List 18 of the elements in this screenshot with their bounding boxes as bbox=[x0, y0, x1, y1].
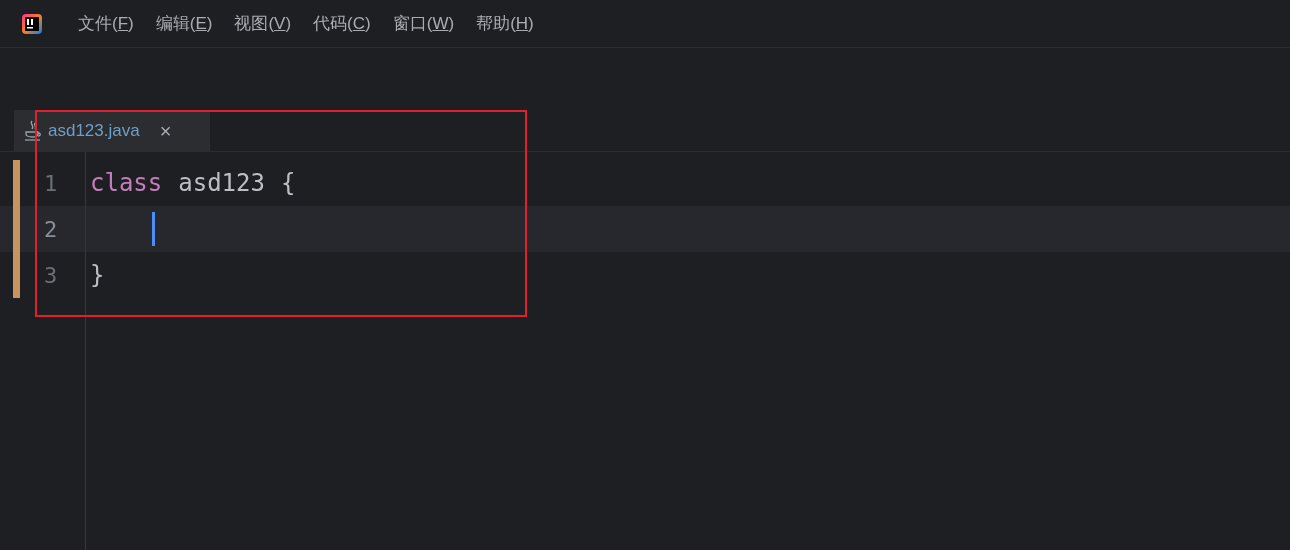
menu-item[interactable]: 帮助(H) bbox=[476, 10, 534, 37]
code-token: } bbox=[90, 260, 105, 291]
tab-title: asd123.java bbox=[48, 119, 140, 142]
code-token: { bbox=[280, 168, 296, 199]
code-token: class bbox=[90, 168, 163, 199]
menu-item[interactable]: 文件(F) bbox=[78, 10, 134, 37]
line-number: 1 bbox=[44, 169, 58, 198]
coffee-cup-icon bbox=[24, 119, 42, 142]
code-token: asd123 bbox=[178, 168, 265, 199]
menu-item[interactable]: 窗口(W) bbox=[392, 10, 455, 37]
line-number: 3 bbox=[44, 261, 58, 290]
line-number: 2 bbox=[44, 215, 58, 244]
editor-tab[interactable]: asd123.java × bbox=[14, 110, 210, 151]
menu-item[interactable]: 编辑(E) bbox=[155, 10, 213, 37]
menu-item[interactable]: 代码(C) bbox=[313, 10, 371, 37]
menu-item[interactable]: 视图(V) bbox=[234, 10, 292, 37]
app-logo-icon bbox=[22, 13, 42, 34]
close-button[interactable]: × bbox=[159, 120, 172, 141]
